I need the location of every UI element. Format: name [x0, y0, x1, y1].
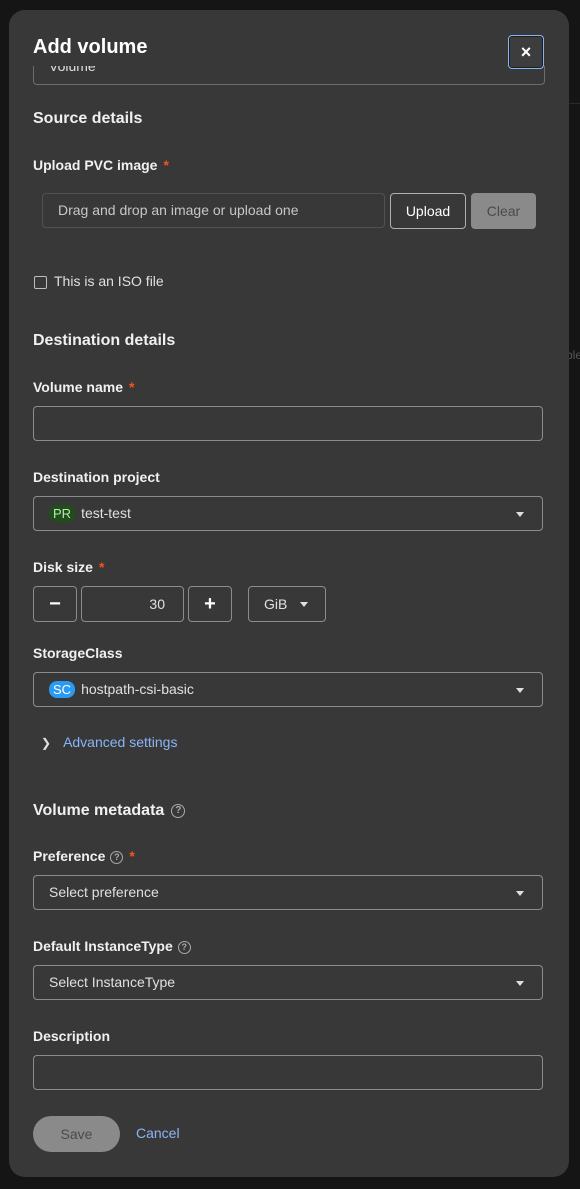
- disk-size-input[interactable]: 30: [81, 586, 184, 622]
- destination-details-heading: Destination details: [33, 332, 176, 349]
- caret-down-icon: [516, 981, 524, 986]
- preference-select[interactable]: Select preference: [33, 875, 543, 910]
- storageclass-content: SC hostpath-csi-basic: [49, 681, 194, 698]
- required-indicator: *: [163, 157, 169, 173]
- help-icon[interactable]: ?: [177, 940, 191, 954]
- disk-size-decrement-button[interactable]: −: [33, 586, 77, 622]
- clear-button[interactable]: Clear: [471, 193, 536, 229]
- caret-down-icon: [516, 512, 524, 517]
- upload-pvc-label: Upload PVC image *: [33, 157, 169, 173]
- caret-down-icon: [300, 602, 308, 607]
- destination-project-label: Destination project: [33, 469, 160, 485]
- required-indicator: *: [129, 848, 135, 864]
- cancel-button[interactable]: Cancel: [136, 1125, 180, 1141]
- chevron-right-icon: ❯: [41, 736, 52, 750]
- volume-name-label-text: Volume name: [33, 379, 123, 395]
- storageclass-badge: SC: [49, 681, 76, 698]
- description-label: Description: [33, 1028, 111, 1044]
- save-button[interactable]: Save: [33, 1116, 120, 1152]
- volume-metadata-heading: Volume metadata?: [33, 802, 186, 820]
- backdrop-divider: [569, 103, 580, 104]
- destination-project-select[interactable]: PR test-test: [33, 496, 543, 531]
- instancetype-select[interactable]: Select InstanceType: [33, 965, 543, 1000]
- iso-file-checkbox[interactable]: [34, 276, 47, 289]
- instancetype-placeholder: Select InstanceType: [49, 974, 176, 990]
- required-indicator: *: [98, 559, 105, 575]
- disk-size-label-text: Disk size: [33, 559, 93, 575]
- modal-title: Add volume: [33, 36, 148, 58]
- advanced-settings-toggle[interactable]: ❯ Advanced settings: [41, 734, 177, 750]
- description-input[interactable]: [33, 1055, 543, 1090]
- destination-project-value: test-test: [81, 505, 131, 521]
- instancetype-label-text: Default InstanceType: [33, 938, 173, 954]
- instancetype-label: Default InstanceType?: [33, 938, 191, 954]
- preference-placeholder: Select preference: [49, 884, 159, 900]
- disk-size-label: Disk size *: [33, 559, 104, 575]
- disk-size-increment-button[interactable]: +: [188, 586, 232, 622]
- disk-size-unit-select[interactable]: GiB: [248, 586, 326, 622]
- caret-down-icon: [516, 891, 524, 896]
- storageclass-label: StorageClass: [33, 645, 123, 661]
- storageclass-value: hostpath-csi-basic: [81, 681, 194, 697]
- modal-header: Add volume ×: [9, 10, 569, 69]
- caret-down-icon: [516, 688, 524, 693]
- project-badge: PR: [49, 505, 76, 522]
- storageclass-select[interactable]: SC hostpath-csi-basic: [33, 672, 543, 707]
- disk-size-unit-value: GiB: [264, 596, 288, 612]
- preference-label-text: Preference: [33, 848, 106, 864]
- source-details-heading: Source details: [33, 110, 143, 127]
- required-indicator: *: [129, 379, 135, 395]
- drop-zone-placeholder: Drag and drop an image or upload one: [58, 202, 299, 218]
- upload-button[interactable]: Upload: [390, 193, 466, 229]
- advanced-settings-label: Advanced settings: [63, 734, 178, 750]
- image-drop-zone[interactable]: Drag and drop an image or upload one: [42, 193, 385, 228]
- upload-pvc-label-text: Upload PVC image: [33, 157, 158, 173]
- help-icon[interactable]: ?: [110, 850, 124, 864]
- iso-file-label[interactable]: This is an ISO file: [54, 273, 164, 289]
- close-button[interactable]: ×: [508, 35, 544, 69]
- close-icon: ×: [520, 42, 532, 62]
- preference-label: Preference? *: [33, 848, 135, 864]
- destination-project-content: PR test-test: [49, 505, 131, 522]
- add-volume-modal: Volume Add volume × Source details Uploa…: [9, 10, 569, 1177]
- help-icon[interactable]: ?: [171, 803, 186, 818]
- volume-metadata-heading-text: Volume metadata: [33, 802, 165, 819]
- volume-name-label: Volume name *: [33, 379, 134, 395]
- volume-name-input[interactable]: [33, 406, 543, 441]
